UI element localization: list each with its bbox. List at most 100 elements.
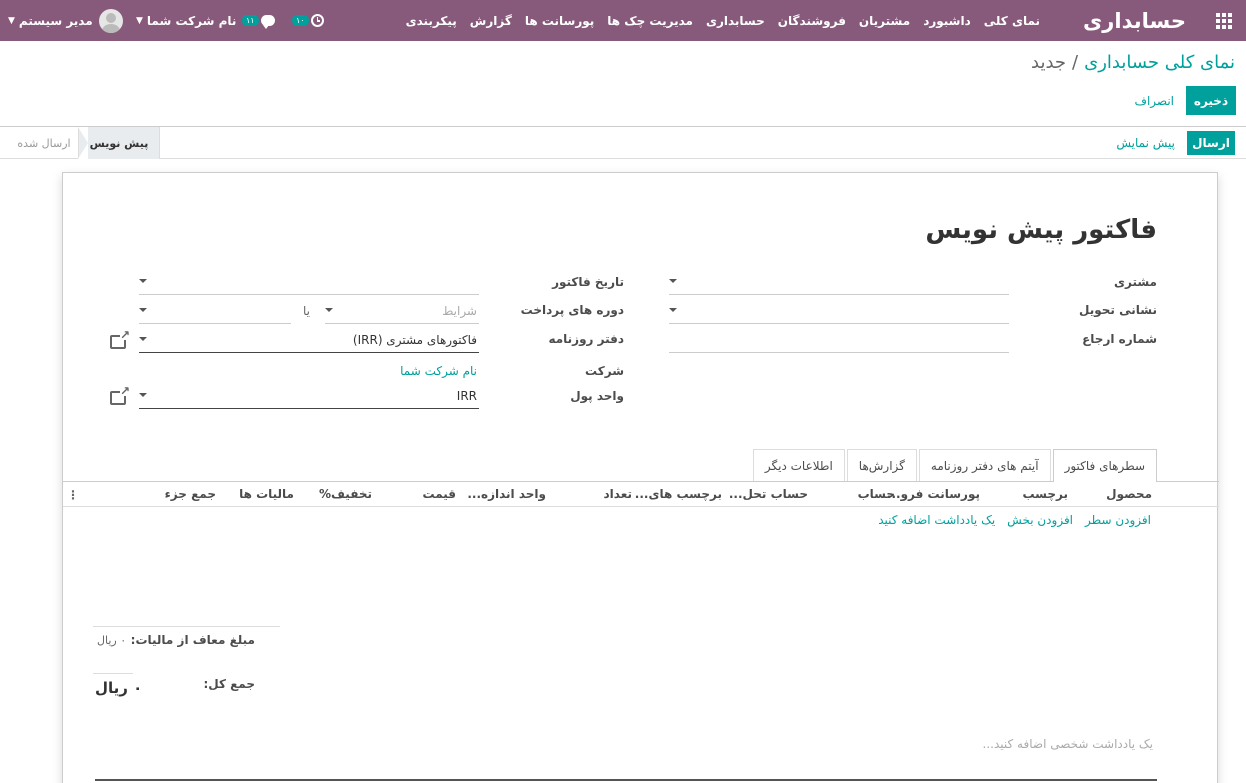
column-header-label[interactable]: برچسب [1022,487,1068,501]
menu-item-dashboard[interactable]: داشبورد [923,14,971,28]
customer-field[interactable] [669,271,1009,295]
activity-indicator[interactable]: ۱۰ [292,0,324,41]
column-header-analytic-tags[interactable]: برچسب های... [635,487,722,501]
chevron-down-icon[interactable] [325,308,333,312]
company-name: نام شرکت شما [146,13,237,28]
add-note-link[interactable]: یک یادداشت اضافه کنید [878,513,995,527]
breadcrumb: نمای کلی حسابداری/جدید [1031,52,1235,73]
chevron-down-icon[interactable] [669,308,677,312]
column-header-taxes[interactable]: مالیات ها [239,487,294,501]
chevron-down-icon[interactable] [139,337,147,341]
company-value-link[interactable]: نام شرکت شما [400,364,477,378]
breadcrumb-current: جدید [1031,52,1067,73]
clock-icon [310,14,324,27]
column-header-subtotal[interactable]: جمع جزء [165,487,216,501]
payment-terms-field[interactable]: شرایط [325,300,479,324]
tab-other-info[interactable]: اطلاعات دیگر [752,449,845,481]
app-brand[interactable]: حسابداری [1083,0,1186,41]
column-header-discount[interactable]: تخفیف% [319,487,372,501]
chevron-down-icon[interactable] [139,279,147,283]
currency-label: واحد پول [570,389,624,403]
column-header-quantity[interactable]: تعداد [604,487,632,501]
company-label: شرکت [585,364,624,378]
form-sheet: فاکتور پیش نویس مشتری نشانی تحویل شماره … [62,172,1219,783]
chevron-down-icon[interactable] [139,393,147,397]
stage-posted[interactable]: ارسال شده [14,127,74,159]
menu-item-configuration[interactable]: پیکربندی [406,14,457,28]
preview-button[interactable]: پیش نمایش [1112,131,1179,155]
column-header-analytic-account[interactable]: حساب تحل... [729,487,808,501]
top-navbar: حسابداری نمای کلی داشبورد مشتریان فروشند… [0,0,1246,41]
external-link-icon[interactable] [110,328,130,349]
journal-label: دفتر روزنامه [548,332,624,346]
chevron-down-icon: ▼ [136,15,143,26]
column-header-uom[interactable]: واحد اندازه... [467,487,546,501]
page-title: فاکتور پیش نویس [925,215,1157,245]
send-button[interactable]: ارسال [1187,131,1235,155]
apps-menu-icon[interactable] [1216,0,1236,41]
breadcrumb-separator: / [1072,52,1079,73]
message-count-badge: ۱۱ [242,15,259,26]
menu-item-cheques[interactable]: مدیریت چک ها [607,14,693,28]
add-section-link[interactable]: افزودن بخش [1007,513,1073,527]
chevron-down-icon: ▼ [8,15,15,26]
main-menu: نمای کلی داشبورد مشتریان فروشندگان حسابد… [406,0,1040,41]
tab-invoice-lines[interactable]: سطرهای فاکتور [1052,449,1157,482]
journal-field[interactable]: فاکتورهای مشتری (IRR) [139,329,479,353]
add-line-controls: افزودن سطر افزودن بخش یک یادداشت اضافه ک… [878,513,1151,527]
reference-field[interactable] [669,329,1009,353]
internal-note-field[interactable]: یک یادداشت شخصی اضافه کنید... [983,737,1153,751]
status-bar: ارسال پیش نمایش پیش نویس ارسال شده [0,127,1246,159]
chevron-down-icon[interactable] [669,279,677,283]
chat-bubble-icon [260,15,275,29]
customer-label: مشتری [1113,275,1157,289]
tab-reports[interactable]: گزارش‌ها [846,449,917,481]
column-header-product[interactable]: محصول [1106,487,1152,501]
divider [63,481,1219,482]
tab-journal-items[interactable]: آیتم های دفتر روزنامه [918,449,1051,481]
terms-placeholder: شرایط [442,304,477,318]
column-header-commission[interactable]: پورسانت فرو... [887,487,980,501]
divider [63,506,1219,507]
divider [93,673,133,674]
column-header-account[interactable]: حساب [858,487,895,501]
menu-item-reporting[interactable]: گزارش [470,14,512,28]
currency-field[interactable]: IRR [139,385,479,409]
untaxed-amount-label: مبلغ معاف از مالیات: [130,633,255,647]
messaging-indicator[interactable]: ۱۱ [242,0,275,41]
reference-label: شماره ارجاع [1082,332,1157,346]
avatar [98,8,123,33]
stage-draft[interactable]: پیش نویس [78,127,160,159]
chevron-down-icon[interactable] [139,308,147,312]
untaxed-amount-value: ۰ ریال [97,634,127,647]
menu-item-customers[interactable]: مشتریان [859,14,910,28]
total-value: ۰ ریال [95,679,143,697]
divider [93,626,280,627]
due-date-field[interactable] [139,300,291,324]
discard-button[interactable]: انصراف [1131,86,1178,115]
user-menu[interactable]: مدیر سیستم ▼ [0,0,123,41]
payment-terms-label: دوره های پرداخت [520,303,624,317]
optional-columns-icon[interactable]: ⋮ [67,488,79,502]
menu-item-commissions[interactable]: پورسانت ها [525,14,594,28]
menu-item-vendors[interactable]: فروشندگان [778,14,846,28]
or-label: یا [303,304,310,318]
total-label: جمع کل: [203,677,255,691]
breadcrumb-parent[interactable]: نمای کلی حسابداری [1084,52,1235,73]
user-name: مدیر سیستم [18,13,93,28]
menu-item-overview[interactable]: نمای کلی [984,14,1040,28]
currency-value: IRR [456,389,477,403]
invoice-date-field[interactable] [139,271,479,295]
delivery-address-field[interactable] [669,300,1009,324]
company-switcher[interactable]: نام شرکت شما ▼ [132,0,236,41]
add-line-link[interactable]: افزودن سطر [1085,513,1151,527]
invoice-date-label: تاریخ فاکتور [552,275,624,289]
divider [95,779,1157,781]
journal-value: فاکتورهای مشتری (IRR) [352,333,477,347]
notebook-tabs: سطرهای فاکتور آیتم های دفتر روزنامه گزار… [751,449,1157,482]
external-link-icon[interactable] [110,384,130,405]
save-button[interactable]: ذخیره [1186,86,1236,115]
menu-item-accounting[interactable]: حسابداری [706,14,765,28]
activity-count-badge: ۱۰ [292,15,309,26]
column-header-price[interactable]: قیمت [422,487,456,501]
